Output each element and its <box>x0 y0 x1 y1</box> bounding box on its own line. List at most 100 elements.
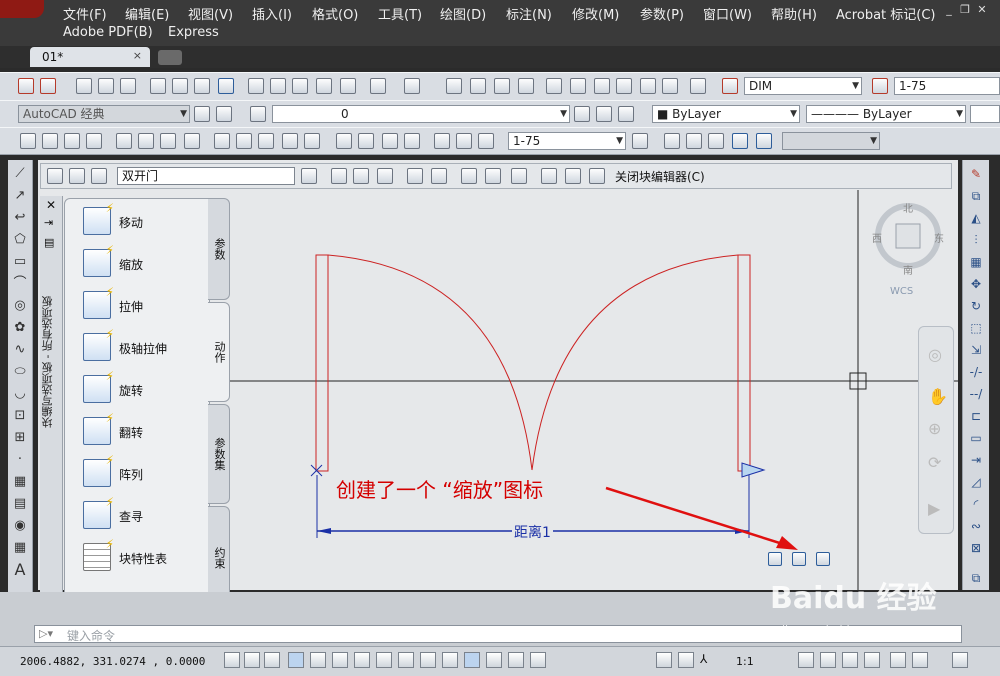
authoring-palettes-icon[interactable] <box>461 168 477 184</box>
copy-object-icon[interactable]: ⧉ <box>968 188 984 204</box>
selection-cycling-icon[interactable] <box>508 652 524 668</box>
offset-icon[interactable]: ⫶ <box>968 232 984 248</box>
dim-break-icon[interactable] <box>304 133 320 149</box>
restore-icon[interactable]: ❐ <box>958 4 972 16</box>
trim-icon[interactable]: -/- <box>968 364 984 380</box>
annotation-scale-value[interactable]: 1:1 <box>736 655 754 668</box>
baseline-dim-icon[interactable] <box>236 133 252 149</box>
action-lookup[interactable]: 查寻 <box>83 495 207 531</box>
polar-tracking-icon[interactable] <box>310 652 326 668</box>
application-menu-button[interactable] <box>0 0 44 18</box>
lock-ui-icon[interactable] <box>842 652 858 668</box>
menu-modify[interactable]: 修改(M) <box>572 4 619 23</box>
quick-properties-icon[interactable] <box>486 652 502 668</box>
dynamic-ucs-icon[interactable] <box>398 652 414 668</box>
tab-parameters[interactable]: 参数 <box>208 198 230 300</box>
infer-constraints-icon[interactable] <box>224 652 240 668</box>
block-name-field[interactable]: 双开门 <box>117 167 295 185</box>
ellipse-icon[interactable]: ⬭ <box>12 364 28 380</box>
layer-walk-icon[interactable]: ⧉ <box>968 570 984 586</box>
minimize-icon[interactable]: _ <box>942 4 956 16</box>
menu-acrobat[interactable]: Acrobat 标记(C) <box>836 4 936 23</box>
print-icon[interactable] <box>150 78 166 94</box>
tolerance-icon[interactable] <box>336 133 352 149</box>
dim-style-dropdown[interactable]: DIM ▼ <box>744 77 862 95</box>
arc-length-icon[interactable] <box>64 133 80 149</box>
clean-screen-icon[interactable] <box>952 652 968 668</box>
erase-icon[interactable]: ✎ <box>968 166 984 182</box>
construction-line-icon[interactable]: ↗ <box>12 188 28 204</box>
region-icon[interactable] <box>708 133 724 149</box>
render-icon[interactable] <box>664 133 680 149</box>
linetype-dropdown[interactable]: ———— ByLayer ▼ <box>806 105 966 123</box>
design-center-icon[interactable] <box>570 78 586 94</box>
insert-block-icon[interactable]: ⊡ <box>12 408 28 424</box>
fillet-icon[interactable]: ◜ <box>968 496 984 512</box>
menu-format[interactable]: 格式(O) <box>312 4 358 23</box>
isolate-objects-icon[interactable] <box>890 652 906 668</box>
viewcube[interactable]: 北 南 东 西 WCS <box>866 200 946 300</box>
ellipse-arc-icon[interactable]: ◡ <box>12 386 28 402</box>
ortho-mode-icon[interactable] <box>288 652 304 668</box>
multiline-text-icon[interactable]: A <box>12 562 28 578</box>
palette-titlebar[interactable]: ✕ ⇥ ▤ 块编写选项板 - 所有选项板 <box>40 196 63 630</box>
test-block-icon[interactable] <box>301 168 317 184</box>
mirror-icon[interactable]: ◭ <box>968 210 984 226</box>
aligned-dim-icon[interactable] <box>42 133 58 149</box>
menu-parametric[interactable]: 参数(P) <box>640 4 684 23</box>
make-current-layer-icon[interactable] <box>574 106 590 122</box>
arc-icon[interactable]: ⌒ <box>12 276 28 292</box>
markup-icon[interactable] <box>640 78 656 94</box>
menu-adobe-pdf[interactable]: Adobe PDF(B) <box>63 25 153 40</box>
lineweight-icon[interactable] <box>442 652 458 668</box>
center-mark-icon[interactable] <box>358 133 374 149</box>
rectangle-icon[interactable] <box>686 133 702 149</box>
lineweight-dropdown[interactable] <box>970 105 1000 123</box>
help-icon[interactable] <box>690 78 706 94</box>
copy-icon[interactable] <box>270 78 286 94</box>
radius-dim-icon[interactable] <box>116 133 132 149</box>
jogged-dim-icon[interactable] <box>138 133 154 149</box>
command-input[interactable]: 键入命令 <box>67 627 115 644</box>
polyline-icon[interactable]: ↩ <box>12 210 28 226</box>
compass-north[interactable]: 北 <box>903 200 913 215</box>
snap-mode-icon[interactable] <box>244 652 260 668</box>
menu-file[interactable]: 文件(F) <box>63 4 107 23</box>
rotate-icon[interactable]: ↻ <box>968 298 984 314</box>
dim-style-manager-icon[interactable] <box>632 133 648 149</box>
continue-dim-icon[interactable] <box>258 133 274 149</box>
menu-dimension[interactable]: 标注(N) <box>506 4 552 23</box>
compass-south[interactable]: 南 <box>903 262 913 277</box>
action-array[interactable]: 阵列 <box>83 453 207 489</box>
dim-edit-icon[interactable] <box>434 133 450 149</box>
action-stretch[interactable]: 拉伸 <box>83 285 207 321</box>
explode-icon[interactable]: ⊠ <box>968 540 984 556</box>
region-icon[interactable]: ◉ <box>12 518 28 534</box>
redo-icon[interactable] <box>404 78 420 94</box>
properties-icon[interactable] <box>546 78 562 94</box>
attribute-definition-icon[interactable] <box>511 168 527 184</box>
zoom-previous-icon[interactable] <box>518 78 534 94</box>
save-block-as-icon[interactable] <box>91 168 107 184</box>
tab-actions[interactable]: 动作 <box>208 302 230 402</box>
polygon-icon[interactable]: ⬠ <box>12 232 28 248</box>
gradient-icon[interactable]: ▤ <box>12 496 28 512</box>
zoom-realtime-icon[interactable] <box>470 78 486 94</box>
break-icon[interactable]: ▭ <box>968 430 984 446</box>
autohide-icon[interactable]: ⇥ <box>44 216 53 229</box>
chamfer-icon[interactable]: ◿ <box>968 474 984 490</box>
workspace-icon[interactable] <box>216 106 232 122</box>
close-block-editor-button[interactable]: 关闭块编辑器(C) <box>615 168 705 185</box>
jogged-linear-icon[interactable] <box>404 133 420 149</box>
viewport-clip-icon[interactable] <box>756 133 772 149</box>
3d-osnap-icon[interactable] <box>354 652 370 668</box>
paste-icon[interactable] <box>292 78 308 94</box>
edit-block-icon[interactable] <box>47 168 63 184</box>
viewport-scale-dropdown[interactable]: ▼ <box>782 132 880 150</box>
visibility-states-icon[interactable] <box>541 168 557 184</box>
showmotion-icon[interactable]: ▶ <box>928 499 940 518</box>
coordinate-readout[interactable]: 2006.4882, 331.0274 , 0.0000 <box>20 655 205 668</box>
menu-express[interactable]: Express <box>168 25 219 40</box>
pan-hand-icon[interactable]: ✋ <box>928 387 948 406</box>
workspace-switching-icon[interactable] <box>820 652 836 668</box>
